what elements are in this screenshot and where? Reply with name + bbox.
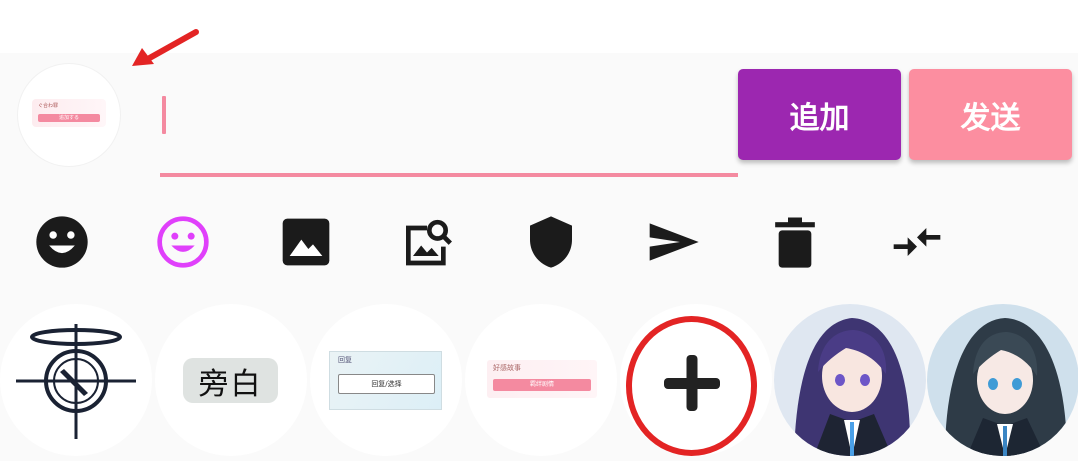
narration-chip: 旁白 bbox=[183, 358, 278, 403]
reply-card-image: 回复 回复/选择 bbox=[329, 351, 442, 410]
annotation-arrow bbox=[132, 29, 199, 66]
story-card-button: 羁绊剧情 bbox=[493, 379, 591, 391]
emoji-outline-icon[interactable] bbox=[153, 212, 213, 272]
input-underline bbox=[160, 173, 738, 177]
image-icon[interactable] bbox=[276, 212, 336, 272]
story-card-image: 好感故事 羁绊剧情 bbox=[487, 360, 597, 398]
reply-card-header: 回复 bbox=[338, 356, 352, 364]
text-caret bbox=[162, 96, 166, 134]
emoji-icon[interactable] bbox=[32, 212, 92, 272]
add-button[interactable]: 追加 bbox=[738, 69, 901, 160]
selected-avatar-card-image: ぐ合わ罪 追加する bbox=[32, 99, 106, 127]
avatar-halo[interactable] bbox=[0, 304, 152, 456]
message-input[interactable] bbox=[160, 80, 738, 170]
selected-avatar-card-button: 追加する bbox=[38, 114, 100, 122]
reply-card-button: 回复/选择 bbox=[338, 374, 435, 394]
selected-avatar-card-title: ぐ合わ罪 bbox=[38, 103, 59, 109]
avatar-character-aris[interactable] bbox=[927, 304, 1078, 456]
send-button[interactable]: 发送 bbox=[909, 69, 1072, 160]
send-icon[interactable] bbox=[643, 212, 703, 272]
annotation-circle bbox=[626, 316, 757, 456]
compress-icon[interactable] bbox=[887, 212, 947, 272]
image-search-icon[interactable] bbox=[397, 212, 457, 272]
story-card-header: 好感故事 bbox=[493, 364, 521, 372]
avatar-character-yuuka[interactable] bbox=[774, 304, 926, 456]
delete-icon[interactable] bbox=[765, 212, 825, 272]
shield-icon[interactable] bbox=[521, 212, 581, 272]
